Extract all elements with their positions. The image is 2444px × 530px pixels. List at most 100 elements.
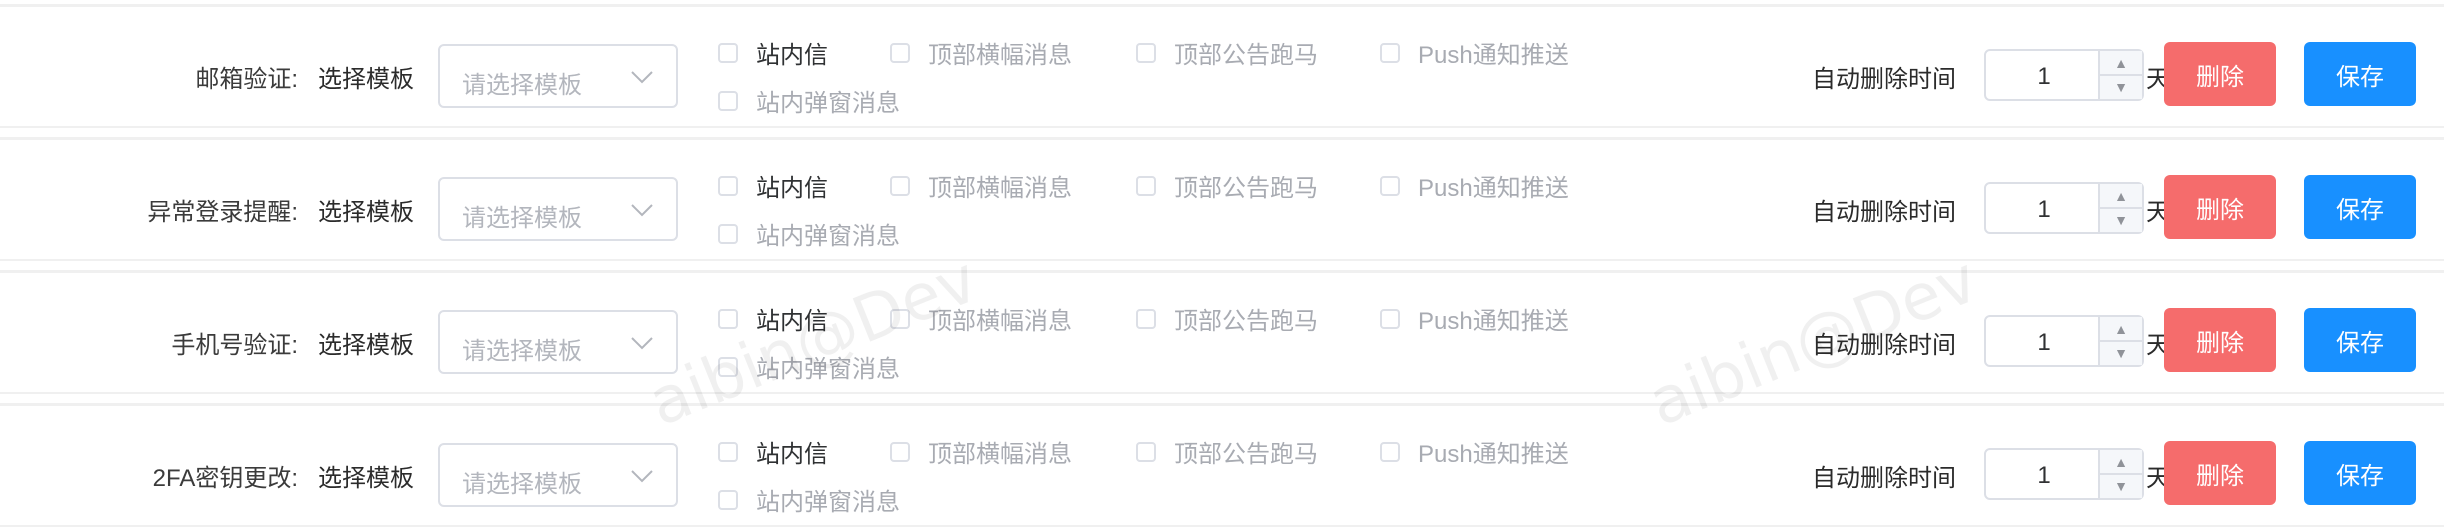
row-label: 邮箱验证:	[195, 66, 298, 93]
row-label: 2FA密钥更改:	[152, 465, 298, 492]
increment-icon[interactable]: ▲	[2100, 450, 2142, 475]
auto-delete-label: 自动删除时间	[1812, 66, 1956, 93]
checkbox[interactable]	[1136, 42, 1156, 63]
option-top-banner[interactable]: 顶部横幅消息	[890, 434, 1072, 469]
option-label: 顶部公告跑马	[1174, 175, 1318, 202]
decrement-icon[interactable]: ▼	[2100, 208, 2142, 231]
option-top-marquee[interactable]: 顶部公告跑马	[1136, 168, 1318, 203]
option-label: Push通知推送	[1418, 175, 1569, 202]
checkbox[interactable]	[718, 42, 738, 63]
decrement-icon[interactable]: ▼	[2100, 474, 2142, 497]
option-site-popup[interactable]: 站内弹窗消息	[718, 83, 900, 118]
checkbox[interactable]	[1136, 308, 1156, 329]
template-select[interactable]: 请选择模板	[438, 443, 678, 507]
option-top-banner[interactable]: 顶部横幅消息	[890, 168, 1072, 203]
checkbox[interactable]	[1380, 441, 1400, 462]
option-label: Push通知推送	[1418, 308, 1569, 335]
template-select[interactable]: 请选择模板	[438, 44, 678, 108]
option-push-notification[interactable]: Push通知推送	[1380, 434, 1569, 469]
option-label: 顶部公告跑马	[1174, 42, 1318, 69]
template-label: 选择模板	[318, 465, 414, 492]
notification-setting-row: 手机号验证: 选择模板 请选择模板 站内信 顶部横幅消息 顶部公告跑马 Push…	[0, 270, 2444, 394]
option-site-message[interactable]: 站内信	[718, 301, 828, 336]
auto-delete-value[interactable]: 1	[1986, 196, 2102, 224]
option-label: 站内信	[756, 175, 828, 202]
option-label: 顶部公告跑马	[1174, 308, 1318, 335]
template-select[interactable]: 请选择模板	[438, 177, 678, 241]
save-button[interactable]: 保存	[2304, 441, 2416, 505]
checkbox[interactable]	[890, 308, 910, 329]
chevron-down-icon	[631, 71, 653, 84]
option-label: 站内弹窗消息	[756, 90, 900, 117]
template-placeholder: 请选择模板	[462, 205, 582, 232]
option-push-notification[interactable]: Push通知推送	[1380, 168, 1569, 203]
checkbox[interactable]	[1136, 175, 1156, 196]
option-top-banner[interactable]: 顶部横幅消息	[890, 35, 1072, 70]
delete-button[interactable]: 删除	[2164, 42, 2276, 106]
option-top-banner[interactable]: 顶部横幅消息	[890, 301, 1072, 336]
checkbox[interactable]	[718, 356, 738, 377]
row-label: 手机号验证:	[171, 332, 298, 359]
option-label: 顶部横幅消息	[928, 42, 1072, 69]
checkbox[interactable]	[718, 175, 738, 196]
chevron-down-icon	[631, 470, 653, 483]
stepper-controls: ▲ ▼	[2098, 184, 2142, 232]
chevron-down-icon	[631, 337, 653, 350]
option-label: 站内信	[756, 441, 828, 468]
option-site-popup[interactable]: 站内弹窗消息	[718, 216, 900, 251]
save-button[interactable]: 保存	[2304, 42, 2416, 106]
auto-delete-value[interactable]: 1	[1986, 462, 2102, 490]
checkbox[interactable]	[1380, 42, 1400, 63]
save-button[interactable]: 保存	[2304, 308, 2416, 372]
option-push-notification[interactable]: Push通知推送	[1380, 35, 1569, 70]
auto-delete-value[interactable]: 1	[1986, 63, 2102, 91]
checkbox[interactable]	[718, 489, 738, 510]
checkbox[interactable]	[1136, 441, 1156, 462]
option-label: 站内信	[756, 308, 828, 335]
option-site-message[interactable]: 站内信	[718, 35, 828, 70]
stepper-controls: ▲ ▼	[2098, 450, 2142, 498]
auto-delete-value[interactable]: 1	[1986, 329, 2102, 357]
notification-setting-row: 异常登录提醒: 选择模板 请选择模板 站内信 顶部横幅消息 顶部公告跑马 Pus…	[0, 137, 2444, 261]
auto-delete-label: 自动删除时间	[1812, 332, 1956, 359]
auto-delete-stepper[interactable]: 1 ▲ ▼	[1984, 315, 2144, 367]
checkbox[interactable]	[718, 441, 738, 462]
checkbox[interactable]	[718, 223, 738, 244]
auto-delete-stepper[interactable]: 1 ▲ ▼	[1984, 448, 2144, 500]
checkbox[interactable]	[890, 175, 910, 196]
option-top-marquee[interactable]: 顶部公告跑马	[1136, 35, 1318, 70]
option-top-marquee[interactable]: 顶部公告跑马	[1136, 434, 1318, 469]
increment-icon[interactable]: ▲	[2100, 51, 2142, 76]
increment-icon[interactable]: ▲	[2100, 184, 2142, 209]
option-site-message[interactable]: 站内信	[718, 168, 828, 203]
delete-button[interactable]: 删除	[2164, 175, 2276, 239]
option-push-notification[interactable]: Push通知推送	[1380, 301, 1569, 336]
checkbox[interactable]	[890, 441, 910, 462]
template-label: 选择模板	[318, 332, 414, 359]
auto-delete-label: 自动删除时间	[1812, 465, 1956, 492]
option-top-marquee[interactable]: 顶部公告跑马	[1136, 301, 1318, 336]
checkbox[interactable]	[1380, 175, 1400, 196]
save-button[interactable]: 保存	[2304, 175, 2416, 239]
template-select[interactable]: 请选择模板	[438, 310, 678, 374]
option-site-popup[interactable]: 站内弹窗消息	[718, 349, 900, 384]
checkbox[interactable]	[718, 308, 738, 329]
notification-setting-row: 邮箱验证: 选择模板 请选择模板 站内信 顶部横幅消息 顶部公告跑马 Push通…	[0, 4, 2444, 128]
option-label: 站内信	[756, 42, 828, 69]
auto-delete-stepper[interactable]: 1 ▲ ▼	[1984, 49, 2144, 101]
option-site-message[interactable]: 站内信	[718, 434, 828, 469]
decrement-icon[interactable]: ▼	[2100, 75, 2142, 98]
increment-icon[interactable]: ▲	[2100, 317, 2142, 342]
delete-button[interactable]: 删除	[2164, 441, 2276, 505]
template-label: 选择模板	[318, 199, 414, 226]
template-placeholder: 请选择模板	[462, 338, 582, 365]
stepper-controls: ▲ ▼	[2098, 317, 2142, 365]
decrement-icon[interactable]: ▼	[2100, 341, 2142, 364]
delete-button[interactable]: 删除	[2164, 308, 2276, 372]
auto-delete-stepper[interactable]: 1 ▲ ▼	[1984, 182, 2144, 234]
checkbox[interactable]	[718, 90, 738, 111]
option-site-popup[interactable]: 站内弹窗消息	[718, 482, 900, 517]
checkbox[interactable]	[890, 42, 910, 63]
checkbox[interactable]	[1380, 308, 1400, 329]
option-label: 站内弹窗消息	[756, 489, 900, 516]
